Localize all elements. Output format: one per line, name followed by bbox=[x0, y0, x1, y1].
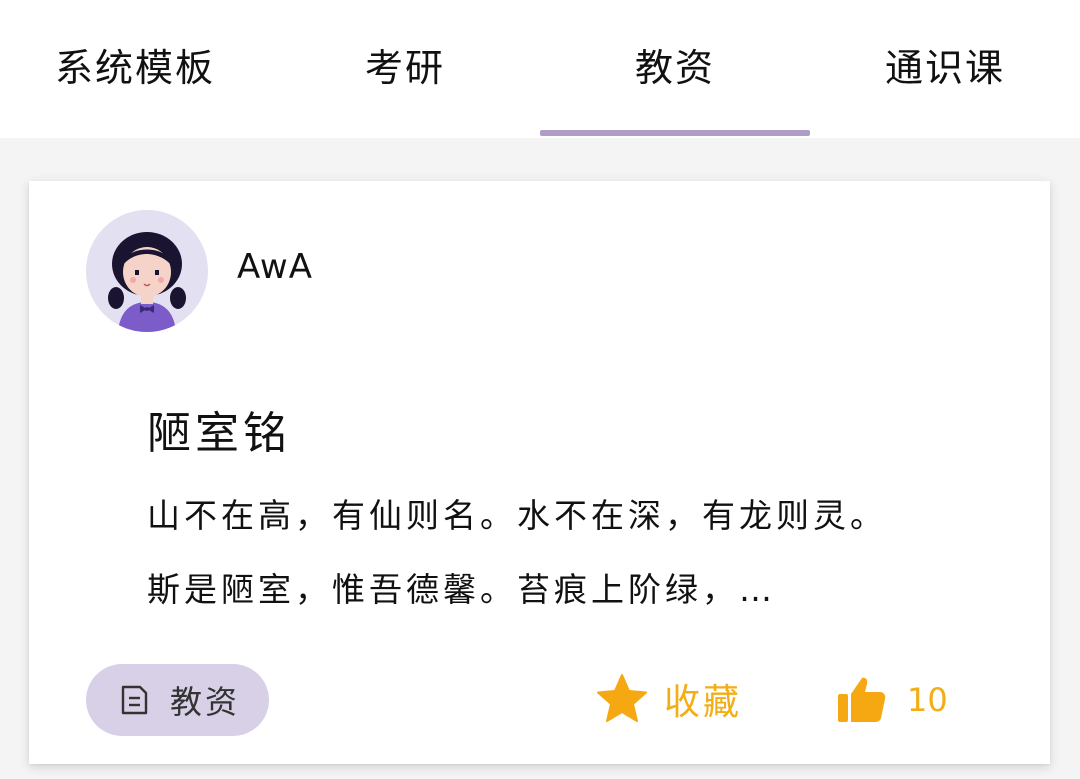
post-title: 陋室铭 bbox=[147, 408, 291, 459]
thumbs-up-icon bbox=[835, 674, 887, 726]
avatar[interactable] bbox=[86, 210, 208, 332]
note-icon bbox=[119, 684, 149, 716]
post-card[interactable]: AwA 陋室铭 山不在高，有仙则名。水不在深，有龙则灵。斯是陋室，惟吾德馨。苔痕… bbox=[29, 181, 1050, 764]
tab-general-courses[interactable]: 通识课 bbox=[810, 0, 1080, 138]
post-excerpt: 山不在高，有仙则名。水不在深，有龙则灵。斯是陋室，惟吾德馨。苔痕上阶绿，… bbox=[147, 496, 887, 609]
girl-avatar-icon bbox=[86, 210, 208, 332]
author-name[interactable]: AwA bbox=[237, 247, 313, 287]
like-count: 10 bbox=[907, 681, 948, 719]
category-label: 教资 bbox=[170, 683, 241, 721]
star-icon bbox=[594, 671, 650, 727]
favorite-label: 收藏 bbox=[664, 682, 743, 723]
tab-kaoyan[interactable]: 考研 bbox=[270, 0, 540, 138]
active-tab-indicator bbox=[540, 130, 810, 136]
tab-bar: 系统模板 考研 教资 通识课 bbox=[0, 0, 1080, 138]
tab-jiaozi[interactable]: 教资 bbox=[540, 0, 810, 138]
like-button[interactable]: 10 bbox=[835, 670, 948, 730]
favorite-button[interactable]: 收藏 bbox=[594, 669, 742, 729]
category-chip[interactable]: 教资 bbox=[86, 664, 269, 736]
tab-system-templates[interactable]: 系统模板 bbox=[0, 0, 270, 138]
